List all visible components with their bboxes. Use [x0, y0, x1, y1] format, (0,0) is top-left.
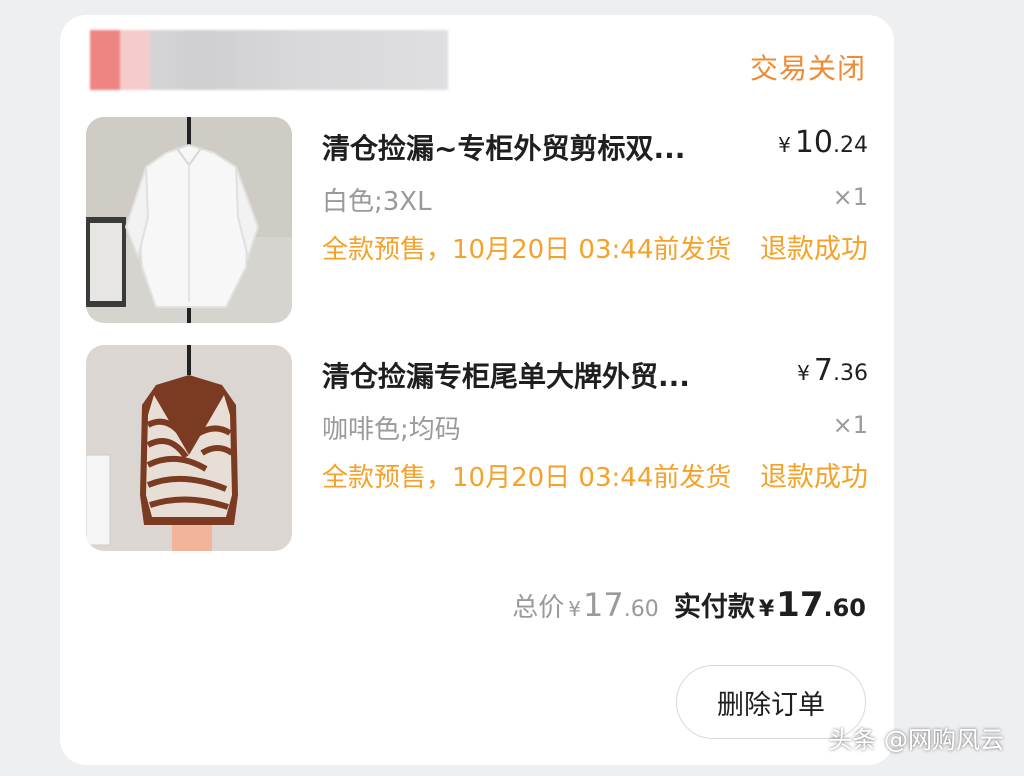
price-int: 10 — [794, 125, 833, 160]
refund-status[interactable]: 退款成功 — [760, 227, 868, 273]
order-item[interactable]: 清仓捡漏~专柜外贸剪标双... ¥10.24 白色;3XL ×1 全款预售，10… — [86, 117, 868, 323]
total-currency: ¥ — [568, 597, 582, 621]
order-card: 交易关闭 清仓捡漏~专柜外贸剪标双... ¥10.24 白色;3XL ×1 全款… — [60, 15, 894, 765]
product-image-vest[interactable] — [86, 345, 292, 551]
product-sku: 咖啡色;均码 — [322, 415, 461, 445]
price-dec: .24 — [833, 133, 868, 158]
shop-name-blurred[interactable] — [90, 30, 448, 90]
price-currency: ¥ — [778, 133, 791, 157]
total-label: 总价 — [512, 593, 565, 623]
refund-status[interactable]: 退款成功 — [760, 455, 868, 501]
price-dec: .36 — [833, 361, 868, 386]
product-image-shirt[interactable] — [86, 117, 292, 323]
order-status: 交易关闭 — [749, 52, 866, 85]
product-qty: ×1 — [832, 183, 868, 211]
product-sku: 白色;3XL — [322, 187, 432, 217]
shop-avatar — [90, 30, 120, 90]
product-title[interactable]: 清仓捡漏专柜尾单大牌外贸... — [322, 355, 742, 395]
order-total-row: 总价 ¥17.60 实付款 ¥17.60 — [512, 585, 866, 625]
price-currency: ¥ — [797, 361, 810, 385]
product-price: ¥7.36 — [797, 353, 868, 388]
paid-int: 17 — [776, 585, 824, 625]
presale-info: 全款预售，10月20日 03:44前发货 — [322, 463, 732, 493]
paid-currency: ¥ — [758, 597, 775, 622]
paid-label: 实付款 — [673, 592, 755, 623]
presale-info: 全款预售，10月20日 03:44前发货 — [322, 235, 732, 265]
total-dec: .60 — [623, 597, 659, 622]
product-price: ¥10.24 — [778, 125, 868, 160]
price-int: 7 — [813, 353, 833, 388]
shop-avatar-edge — [120, 30, 150, 90]
product-title[interactable]: 清仓捡漏~专柜外贸剪标双... — [322, 127, 742, 167]
total-int: 17 — [583, 586, 624, 624]
product-qty: ×1 — [832, 411, 868, 439]
order-item[interactable]: 清仓捡漏专柜尾单大牌外贸... ¥7.36 咖啡色;均码 ×1 全款预售，10月… — [86, 345, 868, 551]
watermark: 头条 @网购风云 — [828, 726, 1004, 754]
paid-dec: .60 — [823, 594, 866, 622]
